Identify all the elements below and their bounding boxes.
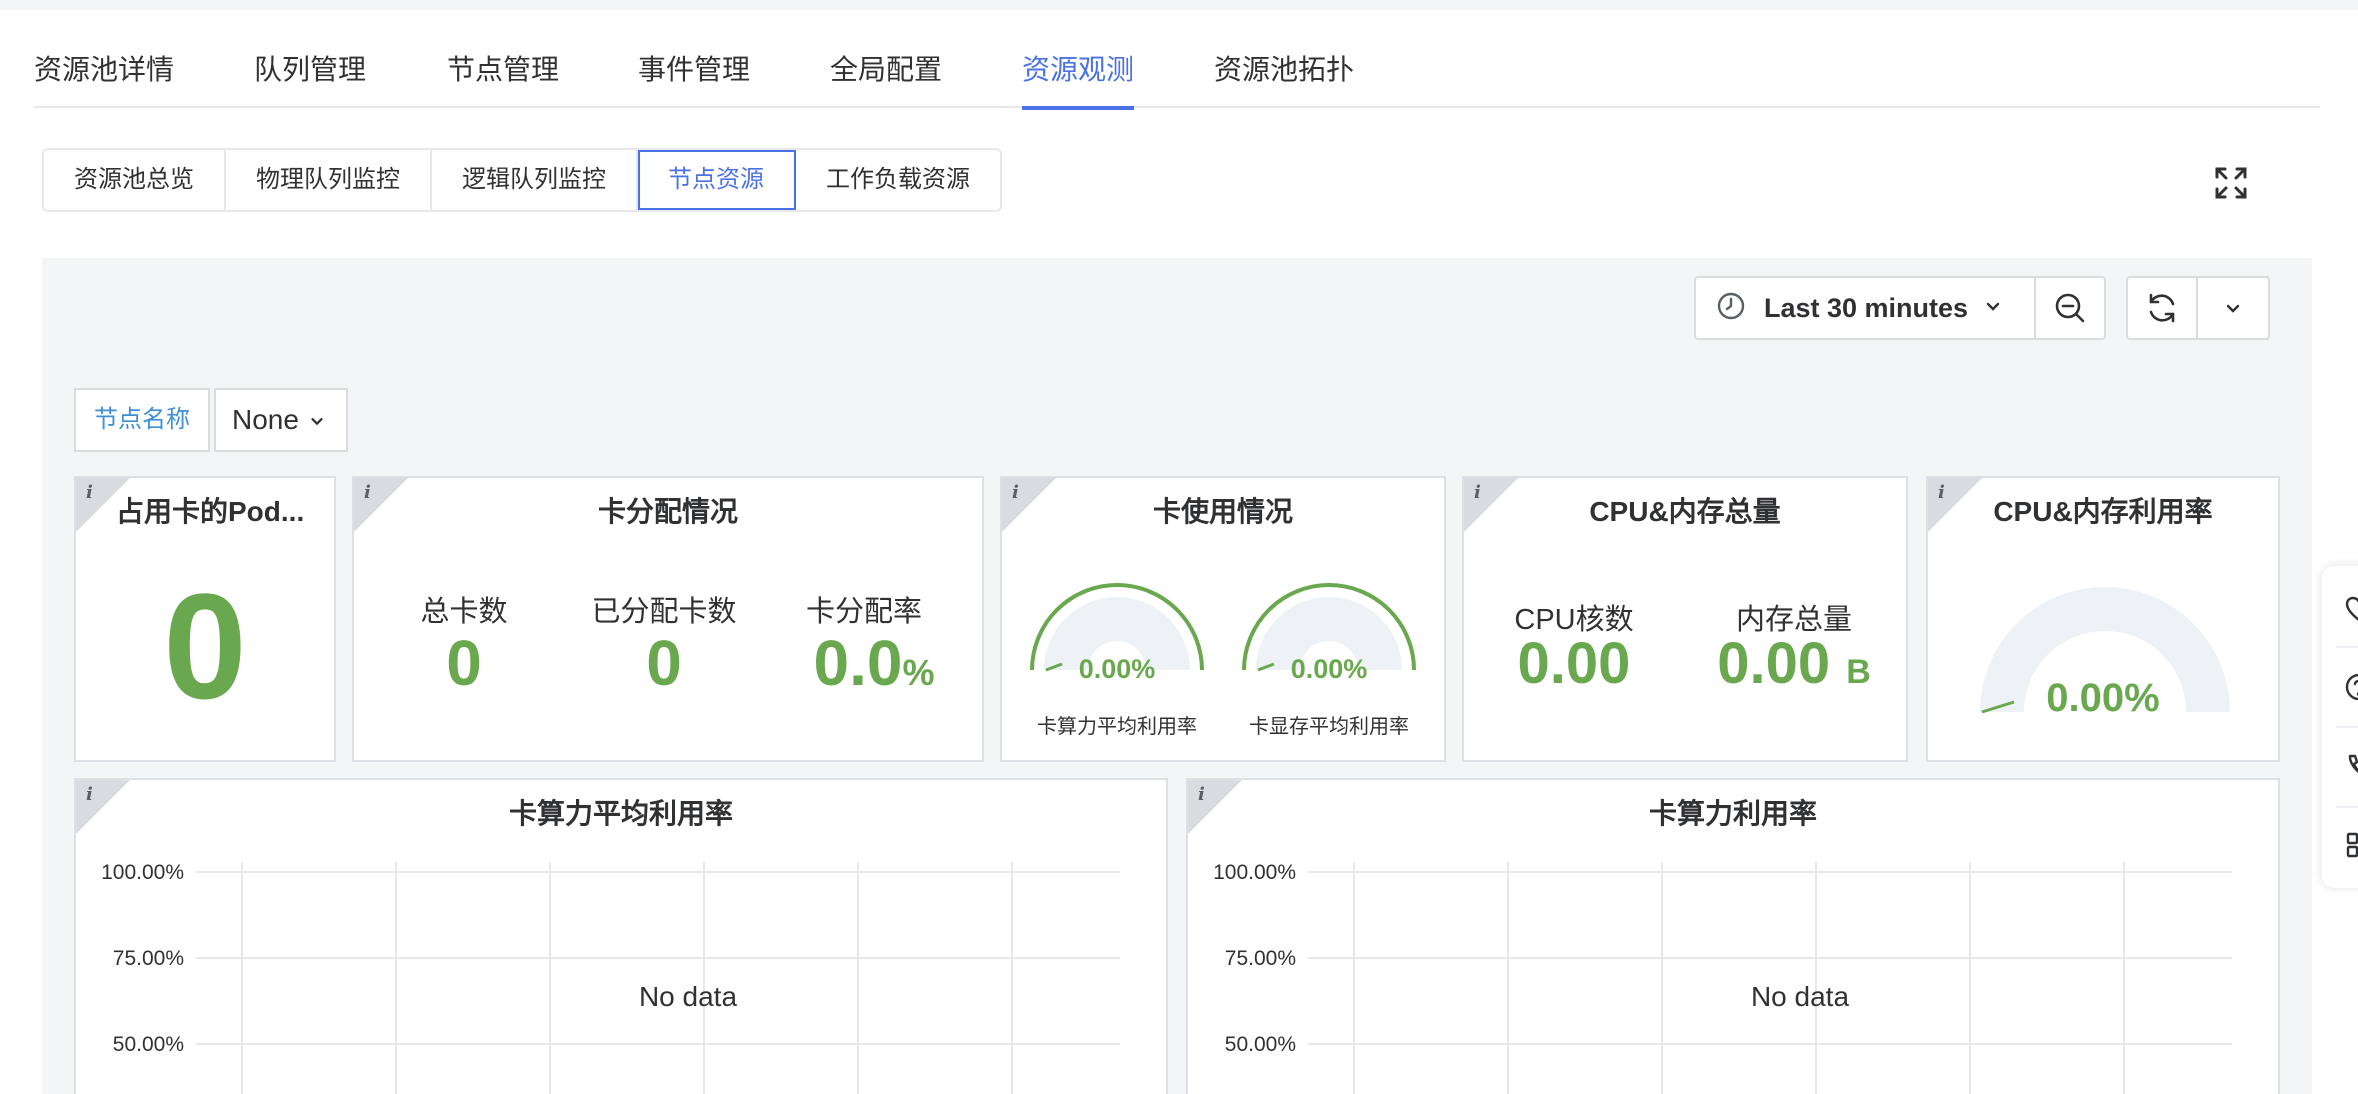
- utilization-gauge-value: 0.00%: [2046, 676, 2160, 720]
- sub-tab-bar: 资源池总览 物理队列监控 逻辑队列监控 节点资源 工作负载资源: [42, 148, 1002, 212]
- total-cards-label: 总卡数: [420, 596, 508, 628]
- y-tick-label: 50.00%: [113, 1033, 184, 1056]
- y-tick-label: 100.00%: [101, 861, 184, 884]
- y-tick-label: 100.00%: [1213, 861, 1296, 884]
- panel-title: 卡分配情况: [597, 496, 738, 527]
- refresh-icon[interactable]: [2128, 278, 2198, 338]
- subtab-pool-overview[interactable]: 资源池总览: [44, 150, 226, 210]
- tab-global-config[interactable]: 全局配置: [830, 50, 942, 108]
- tab-event-management[interactable]: 事件管理: [638, 50, 750, 108]
- panel-title: CPU&内存总量: [1589, 496, 1781, 527]
- panel-avg-compute-utilization-chart: i 卡算力平均利用率 100.00% 75.00% 50.00% No data: [74, 778, 1168, 1094]
- allocation-rate-value: 0.0%: [813, 627, 935, 699]
- panel-cpu-memory-total: i CPU&内存总量 CPU核数 0.00 内存总量 0.00 B: [1462, 476, 1908, 762]
- cpu-cores-value: 0.00: [1517, 631, 1631, 696]
- node-name-select-value: None: [232, 404, 299, 435]
- panel-title: 卡使用情况: [1152, 496, 1293, 527]
- y-tick-label: 75.00%: [113, 947, 184, 970]
- refresh-control: [2126, 276, 2270, 340]
- compute-gauge-label: 卡算力平均利用率: [1037, 716, 1197, 738]
- panel-card-allocation: i 卡分配情况 总卡数 0 已分配卡数 0 卡分配率 0.0%: [352, 476, 984, 762]
- panel-card-usage: i 卡使用情况 0.00% 卡算力平均利用率 0.00% 卡显存平均利用率: [1000, 476, 1446, 762]
- panel-title: 占用卡的Pod...: [116, 496, 305, 527]
- chevron-down-icon: [1984, 297, 2002, 320]
- pod-count-value: 0: [163, 562, 247, 730]
- allocation-rate-label: 卡分配率: [805, 596, 922, 628]
- heart-icon[interactable]: [2344, 594, 2358, 630]
- memory-total-value: 0.00 B: [1717, 631, 1871, 696]
- toolbar-divider: [2336, 646, 2358, 648]
- panel-pods-using-cards: i 占用卡的Pod... 0: [74, 476, 336, 762]
- top-strip: [0, 0, 2358, 10]
- node-name-variable-label: 节点名称: [74, 388, 210, 452]
- subtab-physical-queue[interactable]: 物理队列监控: [226, 150, 432, 210]
- info-icon[interactable]: i: [86, 482, 93, 503]
- toolbar-divider: [2336, 806, 2358, 808]
- total-cards-value: 0: [446, 627, 482, 699]
- toolbar-divider: [2336, 726, 2358, 728]
- help-icon[interactable]: [2344, 672, 2358, 708]
- y-tick-label: 50.00%: [1225, 1033, 1296, 1056]
- phone-icon[interactable]: [2344, 752, 2358, 788]
- tab-queue-management[interactable]: 队列管理: [254, 50, 366, 108]
- node-name-select[interactable]: None: [214, 388, 348, 452]
- floating-toolbar: [2322, 566, 2358, 888]
- allocated-cards-value: 0: [646, 627, 682, 699]
- panel-title: CPU&内存利用率: [1993, 496, 2213, 527]
- subtab-node-resource[interactable]: 节点资源: [638, 150, 796, 210]
- y-tick-label: 75.00%: [1225, 947, 1296, 970]
- tab-resource-observation[interactable]: 资源观测: [1022, 50, 1135, 110]
- tab-node-management[interactable]: 节点管理: [447, 50, 559, 108]
- subtab-workload-resource[interactable]: 工作负载资源: [796, 150, 1000, 210]
- time-range-label: Last 30 minutes: [1764, 292, 1969, 323]
- no-data-message: No data: [639, 981, 737, 1012]
- no-data-message: No data: [1751, 981, 1849, 1012]
- time-range-control: Last 30 minutes: [1694, 276, 2106, 340]
- chart-plot: 100.00% 75.00% 50.00% No data: [101, 861, 1120, 1094]
- panel-cpu-memory-utilization: i CPU&内存利用率 0.00%: [1926, 476, 2280, 762]
- time-range-picker[interactable]: Last 30 minutes: [1696, 278, 2036, 338]
- zoom-out-icon[interactable]: [2036, 278, 2104, 338]
- expand-icon[interactable]: [2214, 166, 2248, 200]
- main-tab-bar: 资源池详情 队列管理 节点管理 事件管理 全局配置 资源观测 资源池拓扑: [34, 40, 2320, 110]
- clock-icon: [1716, 291, 1746, 326]
- chart-plot: 100.00% 75.00% 50.00% No data: [1213, 861, 2232, 1094]
- panel-compute-utilization-chart: i 卡算力利用率 100.00% 75.00% 50.00% No data: [1186, 778, 2280, 1094]
- subtab-logical-queue[interactable]: 逻辑队列监控: [432, 150, 638, 210]
- compute-gauge-value: 0.00%: [1078, 654, 1156, 684]
- grid-icon[interactable]: [2344, 830, 2358, 866]
- tab-pool-topology[interactable]: 资源池拓扑: [1214, 50, 1354, 108]
- tab-pool-details[interactable]: 资源池详情: [34, 50, 174, 108]
- chevron-down-icon: [309, 404, 325, 436]
- memory-gauge-value: 0.00%: [1290, 654, 1368, 684]
- chevron-down-icon[interactable]: [2198, 278, 2268, 338]
- memory-gauge-label: 卡显存平均利用率: [1249, 716, 1409, 738]
- allocated-cards-label: 已分配卡数: [591, 596, 737, 628]
